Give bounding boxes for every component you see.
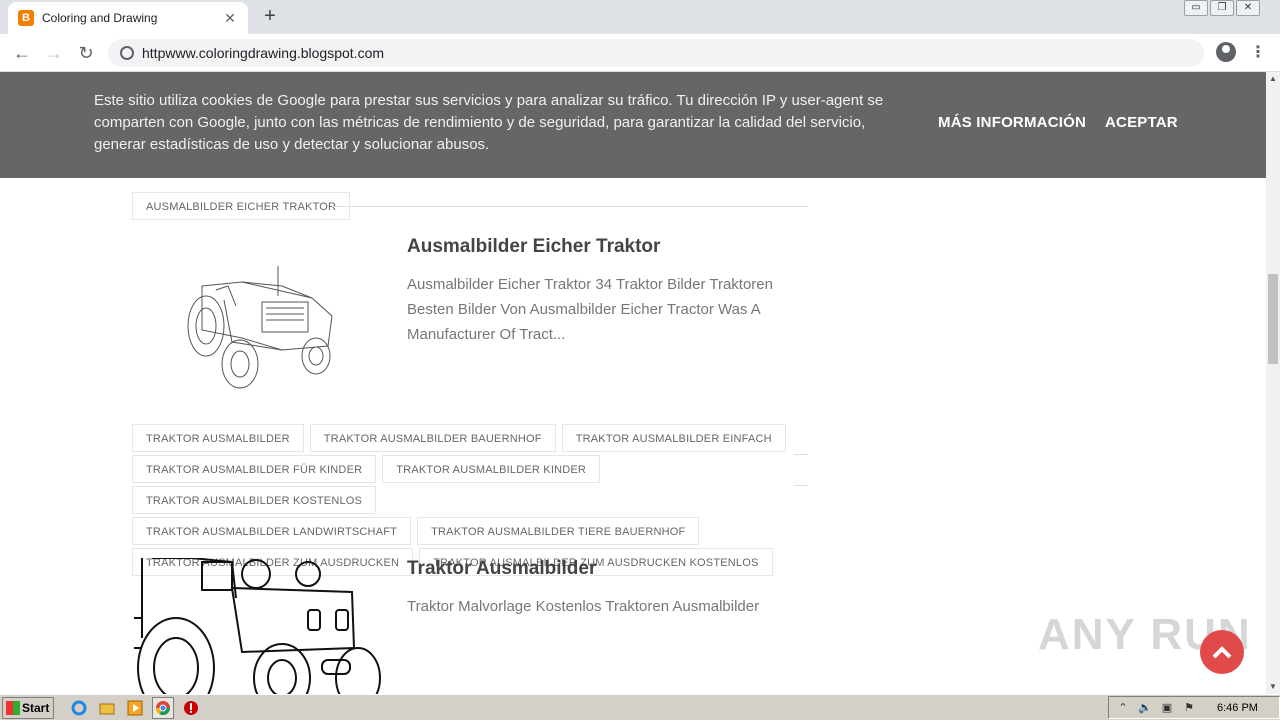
label-divider — [332, 206, 808, 207]
new-tab-button[interactable]: + — [258, 4, 282, 28]
tab-strip: B Coloring and Drawing ✕ + ▭ ❐ ✕ — [0, 0, 1280, 34]
clock: 6:46 PM — [1217, 701, 1258, 714]
cookie-banner: Este sitio utiliza cookies de Google par… — [0, 72, 1266, 178]
post-title[interactable]: Traktor Ausmalbilder — [407, 558, 596, 580]
address-bar[interactable]: httpwww.coloringdrawing.blogspot.com — [108, 39, 1204, 67]
post-card: Traktor Ausmalbilder Traktor Malvorlage … — [132, 558, 808, 694]
tag-row: TRAKTOR AUSMALBILDER TRAKTOR AUSMALBILDE… — [132, 424, 808, 455]
media-player-icon[interactable] — [124, 697, 146, 719]
post-card: Ausmalbilder Eicher Traktor Ausmalbilder… — [132, 236, 808, 416]
tag-divider — [794, 485, 808, 486]
globe-icon — [120, 46, 134, 60]
close-window-button[interactable]: ✕ — [1236, 0, 1260, 16]
scroll-down-icon[interactable]: ▼ — [1266, 680, 1280, 694]
tag-list: TRAKTOR AUSMALBILDER TRAKTOR AUSMALBILDE… — [132, 424, 808, 579]
flag-icon[interactable]: ⚑ — [1181, 701, 1197, 715]
ie-icon[interactable] — [68, 697, 90, 719]
back-to-top-button[interactable] — [1200, 630, 1244, 674]
tag-item[interactable]: TRAKTOR AUSMALBILDER EINFACH — [561, 424, 786, 452]
account-icon[interactable] — [1216, 42, 1236, 62]
post-title[interactable]: Ausmalbilder Eicher Traktor — [407, 236, 660, 258]
browser-toolbar: ← → ↻ httpwww.coloringdrawing.blogspot.c… — [0, 34, 1280, 72]
chrome-icon[interactable] — [152, 696, 174, 719]
tag-divider — [794, 454, 808, 455]
system-tray: ⌃ 🔈 ▣ ⚑ 6:46 PM — [1108, 696, 1280, 719]
tag-item[interactable]: TRAKTOR AUSMALBILDER KINDER — [382, 455, 601, 483]
page-viewport: Este sitio utiliza cookies de Google par… — [0, 72, 1266, 694]
url-text[interactable]: httpwww.coloringdrawing.blogspot.com — [142, 45, 384, 61]
tag-item[interactable]: TRAKTOR AUSMALBILDER BAUERNHOF — [309, 424, 556, 452]
cookie-message: Este sitio utiliza cookies de Google par… — [94, 92, 884, 153]
chevron-up-icon — [1212, 646, 1232, 659]
menu-icon[interactable]: ⋮ — [1250, 42, 1266, 64]
forward-icon[interactable]: → — [42, 41, 66, 65]
tag-item[interactable]: TRAKTOR AUSMALBILDER KOSTENLOS — [132, 486, 377, 514]
post-thumbnail[interactable] — [132, 246, 388, 406]
network-icon[interactable]: ▣ — [1159, 701, 1175, 715]
tag-row: TRAKTOR AUSMALBILDER FÜR KINDER TRAKTOR … — [132, 455, 808, 517]
more-info-button[interactable]: MÁS INFORMACIÓN — [938, 114, 1086, 131]
start-button[interactable]: Start — [2, 696, 54, 719]
post-thumbnail[interactable] — [132, 558, 388, 694]
tractor-sketch-image — [187, 266, 333, 389]
stop-icon[interactable] — [180, 697, 202, 719]
tray-expand-icon[interactable]: ⌃ — [1115, 701, 1131, 715]
start-label: Start — [22, 700, 50, 715]
back-icon[interactable]: ← — [10, 41, 34, 65]
windows-taskbar: Start ⌃ 🔈 ▣ ⚑ 6:46 PM — [0, 694, 1280, 720]
post-label-row: AUSMALBILDER EICHER TRAKTOR — [132, 192, 356, 223]
browser-tab[interactable]: B Coloring and Drawing ✕ — [8, 2, 248, 34]
scrollbar-thumb[interactable] — [1268, 274, 1278, 364]
minimize-button[interactable]: ▭ — [1184, 0, 1208, 16]
tab-close-icon[interactable]: ✕ — [222, 10, 238, 27]
reload-icon[interactable]: ↻ — [74, 41, 98, 65]
tractor-lineart-image — [134, 558, 381, 694]
page-scrollbar[interactable]: ▲ ▼ — [1266, 72, 1280, 694]
blogger-icon: B — [18, 10, 34, 26]
tab-title: Coloring and Drawing — [42, 11, 158, 25]
tag-item[interactable]: TRAKTOR AUSMALBILDER TIERE BAUERNHOF — [417, 517, 700, 545]
post-label[interactable]: AUSMALBILDER EICHER TRAKTOR — [132, 192, 351, 220]
accept-button[interactable]: ACEPTAR — [1105, 114, 1178, 131]
tag-item[interactable]: TRAKTOR AUSMALBILDER LANDWIRTSCHAFT — [132, 517, 412, 545]
scroll-up-icon[interactable]: ▲ — [1266, 72, 1280, 86]
folder-icon[interactable] — [96, 697, 118, 719]
window-controls: ▭ ❐ ✕ — [1182, 0, 1260, 18]
post-snippet: Traktor Malvorlage Kostenlos Traktoren A… — [407, 598, 760, 615]
restore-button[interactable]: ❐ — [1210, 0, 1234, 16]
volume-icon[interactable]: 🔈 — [1137, 701, 1153, 715]
tag-item[interactable]: TRAKTOR AUSMALBILDER — [132, 424, 304, 452]
tag-row: TRAKTOR AUSMALBILDER LANDWIRTSCHAFT TRAK… — [132, 517, 808, 548]
windows-logo-icon — [6, 700, 20, 715]
tag-item[interactable]: TRAKTOR AUSMALBILDER FÜR KINDER — [132, 455, 377, 483]
post-snippet: Ausmalbilder Eicher Traktor 34 Traktor B… — [407, 276, 773, 343]
